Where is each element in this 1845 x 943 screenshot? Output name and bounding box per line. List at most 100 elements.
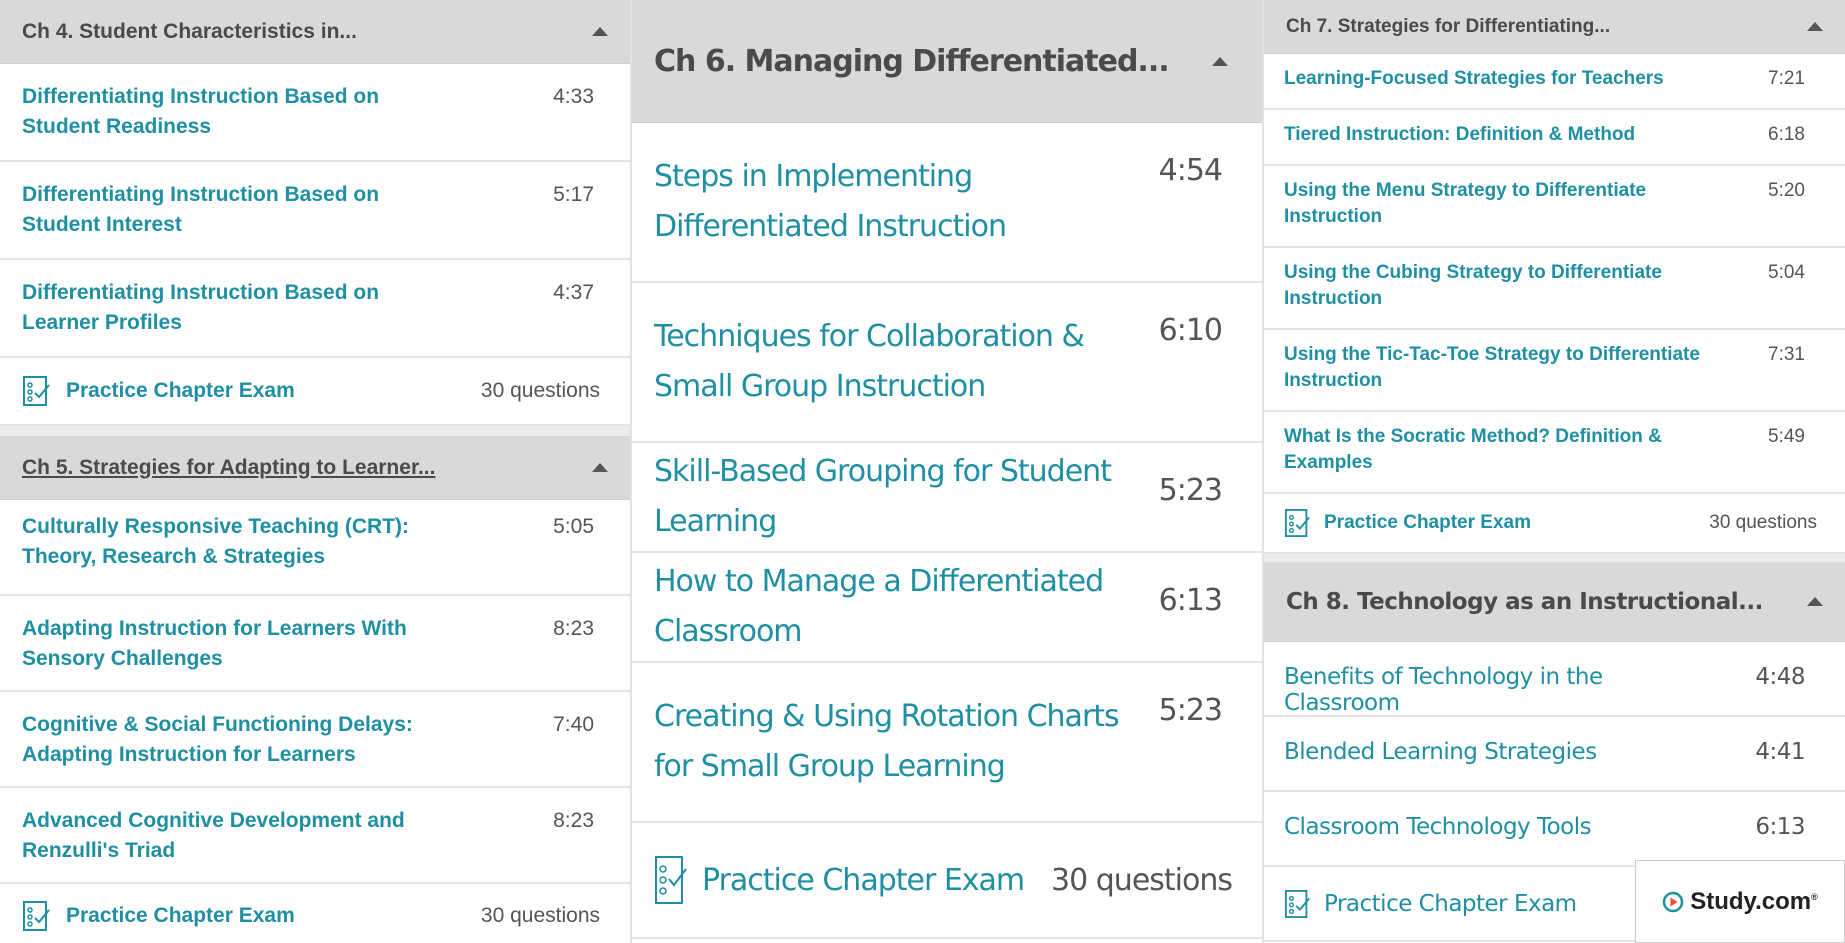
lesson-row[interactable]: Learning-Focused Strategies for Teachers… — [1264, 54, 1845, 110]
lesson-row[interactable]: Using the Tic-Tac-Toe Strategy to Differ… — [1264, 330, 1845, 412]
chapter-header-ch8[interactable]: Ch 8. Technology as an Instructional... — [1264, 562, 1845, 642]
column-1: Ch 4. Student Characteristics in... Diff… — [0, 0, 632, 943]
lesson-title[interactable]: Blended Learning Strategies — [1284, 739, 1597, 765]
section-divider — [1264, 554, 1845, 562]
lesson-duration: 7:40 — [553, 713, 594, 736]
lesson-row[interactable]: Using the Cubing Strategy to Differentia… — [1264, 248, 1845, 330]
lesson-title[interactable]: What Is the Socratic Method? Definition … — [1284, 424, 1704, 476]
lesson-title[interactable]: Advanced Cognitive Development and Renzu… — [22, 806, 452, 866]
chapter-title: Ch 8. Technology as an Instructional... — [1286, 588, 1763, 615]
lesson-row[interactable]: Differentiating Instruction Based on Stu… — [0, 162, 630, 260]
caret-up-icon[interactable] — [592, 463, 608, 472]
lesson-duration: 5:17 — [553, 183, 594, 206]
lesson-row[interactable]: What Is the Socratic Method? Definition … — [1264, 412, 1845, 494]
practice-exam-row[interactable]: Practice Chapter Exam 30 questions — [0, 358, 630, 426]
lesson-row[interactable]: Cognitive & Social Functioning Delays: A… — [0, 692, 630, 788]
lesson-title[interactable]: Tiered Instruction: Definition & Method — [1284, 122, 1635, 148]
lesson-title[interactable]: Using the Tic-Tac-Toe Strategy to Differ… — [1284, 342, 1704, 394]
lesson-duration: 4:54 — [1158, 153, 1223, 188]
practice-exam-row[interactable]: Practice Chapter Exam 30 questions — [0, 884, 630, 943]
caret-up-icon[interactable] — [1212, 56, 1228, 66]
lesson-title[interactable]: Differentiating Instruction Based on Stu… — [22, 180, 452, 240]
lesson-duration: 4:41 — [1755, 739, 1805, 765]
lesson-title[interactable]: Techniques for Collaboration & Small Gro… — [654, 312, 1124, 412]
practice-exam-label[interactable]: Practice Chapter Exam — [702, 863, 1025, 898]
question-count: 30 questions — [480, 904, 600, 927]
lesson-title[interactable]: Steps in Implementing Differentiated Ins… — [654, 152, 1124, 252]
practice-exam-link[interactable]: Practice Chapter Exam — [22, 900, 295, 932]
lesson-duration: 8:23 — [553, 809, 594, 832]
chapter-title[interactable]: Ch 5. Strategies for Adapting to Learner… — [22, 456, 435, 480]
question-count: 30 questions — [480, 379, 600, 402]
lesson-row[interactable]: Creating & Using Rotation Charts for Sma… — [632, 663, 1262, 823]
lesson-title[interactable]: Skill-Based Grouping for Student Learnin… — [654, 447, 1124, 547]
practice-exam-link[interactable]: Practice Chapter Exam — [1284, 508, 1531, 538]
lesson-row[interactable]: Skill-Based Grouping for Student Learnin… — [632, 443, 1262, 553]
chapter-title: Ch 4. Student Characteristics in... — [22, 19, 357, 43]
practice-exam-label[interactable]: Practice Chapter Exam — [66, 904, 295, 928]
logo-text: Study.com® — [1690, 887, 1818, 915]
chapter-header-ch4[interactable]: Ch 4. Student Characteristics in... — [0, 0, 630, 64]
question-count: 30 questions — [1051, 862, 1233, 898]
lesson-row[interactable]: Benefits of Technology in the Classroom … — [1264, 642, 1845, 717]
study-com-logo: Study.com® — [1635, 860, 1845, 943]
quiz-checklist-icon — [1284, 509, 1310, 537]
lesson-duration: 7:31 — [1768, 344, 1805, 365]
lesson-duration: 8:23 — [553, 617, 594, 640]
lesson-title[interactable]: Learning-Focused Strategies for Teachers — [1284, 66, 1664, 92]
lesson-title[interactable]: Adapting Instruction for Learners With S… — [22, 614, 452, 674]
lesson-row[interactable]: Advanced Cognitive Development and Renzu… — [0, 788, 630, 884]
lesson-title[interactable]: Benefits of Technology in the Classroom — [1284, 664, 1704, 716]
chapter-header-ch6[interactable]: Ch 6. Managing Differentiated... — [632, 0, 1262, 123]
lesson-title[interactable]: Culturally Responsive Teaching (CRT): Th… — [22, 512, 452, 572]
lesson-title[interactable]: Classroom Technology Tools — [1284, 814, 1592, 840]
lesson-title[interactable]: How to Manage a Differentiated Classroom — [654, 557, 1124, 657]
quiz-checklist-icon — [23, 901, 50, 931]
practice-exam-link[interactable]: Practice Chapter Exam — [22, 375, 295, 407]
lesson-row[interactable]: How to Manage a Differentiated Classroom… — [632, 553, 1262, 663]
practice-exam-link[interactable]: Practice Chapter Exam — [1284, 887, 1577, 921]
lesson-duration: 6:13 — [1755, 814, 1805, 840]
practice-exam-label[interactable]: Practice Chapter Exam — [1324, 512, 1531, 534]
lesson-title[interactable]: Using the Cubing Strategy to Differentia… — [1284, 260, 1704, 312]
lesson-row[interactable]: Blended Learning Strategies 4:41 — [1264, 717, 1845, 792]
chapter-header-ch7[interactable]: Ch 7. Strategies for Differentiating... — [1264, 0, 1845, 54]
lesson-row[interactable]: Culturally Responsive Teaching (CRT): Th… — [0, 500, 630, 596]
lesson-duration: 5:20 — [1768, 180, 1805, 201]
lesson-duration: 5:23 — [1158, 693, 1223, 728]
caret-up-icon[interactable] — [1807, 22, 1823, 31]
lesson-row[interactable]: Techniques for Collaboration & Small Gro… — [632, 283, 1262, 443]
lesson-title[interactable]: Using the Menu Strategy to Differentiate… — [1284, 178, 1704, 230]
lesson-title[interactable]: Creating & Using Rotation Charts for Sma… — [654, 692, 1124, 792]
lesson-row[interactable]: Adapting Instruction for Learners With S… — [0, 596, 630, 692]
caret-up-icon[interactable] — [592, 27, 608, 36]
lesson-duration: 6:18 — [1768, 124, 1805, 145]
lesson-row[interactable]: Differentiating Instruction Based on Stu… — [0, 64, 630, 162]
lesson-row[interactable]: Differentiating Instruction Based on Lea… — [0, 260, 630, 358]
practice-exam-row[interactable]: Practice Chapter Exam 30 questions — [1264, 494, 1845, 554]
play-circle-icon — [1662, 891, 1684, 912]
practice-exam-link[interactable]: Practice Chapter Exam — [654, 855, 1025, 905]
section-divider — [0, 426, 630, 436]
lesson-duration: 5:04 — [1768, 262, 1805, 283]
lesson-duration: 5:23 — [1158, 473, 1223, 508]
practice-exam-label[interactable]: Practice Chapter Exam — [66, 379, 295, 403]
chapter-header-ch5[interactable]: Ch 5. Strategies for Adapting to Learner… — [0, 436, 630, 500]
lesson-title[interactable]: Cognitive & Social Functioning Delays: A… — [22, 710, 452, 770]
practice-exam-row[interactable]: Practice Chapter Exam 30 questions — [632, 823, 1262, 939]
lesson-title[interactable]: Differentiating Instruction Based on Lea… — [22, 278, 452, 338]
lesson-duration: 5:05 — [553, 515, 594, 538]
practice-exam-label[interactable]: Practice Chapter Exam — [1324, 891, 1577, 917]
lesson-title[interactable]: Differentiating Instruction Based on Stu… — [22, 82, 452, 142]
lesson-row[interactable]: Using the Menu Strategy to Differentiate… — [1264, 166, 1845, 248]
lesson-row[interactable]: Steps in Implementing Differentiated Ins… — [632, 123, 1262, 283]
caret-up-icon[interactable] — [1807, 597, 1823, 606]
quiz-checklist-icon — [23, 376, 50, 406]
lesson-row[interactable]: Classroom Technology Tools 6:13 — [1264, 792, 1845, 867]
lesson-duration: 4:37 — [553, 281, 594, 304]
lesson-duration: 4:48 — [1755, 664, 1805, 690]
lesson-duration: 6:10 — [1158, 313, 1223, 348]
lesson-duration: 4:33 — [553, 85, 594, 108]
lesson-row[interactable]: Tiered Instruction: Definition & Method … — [1264, 110, 1845, 166]
quiz-checklist-icon — [655, 856, 687, 904]
